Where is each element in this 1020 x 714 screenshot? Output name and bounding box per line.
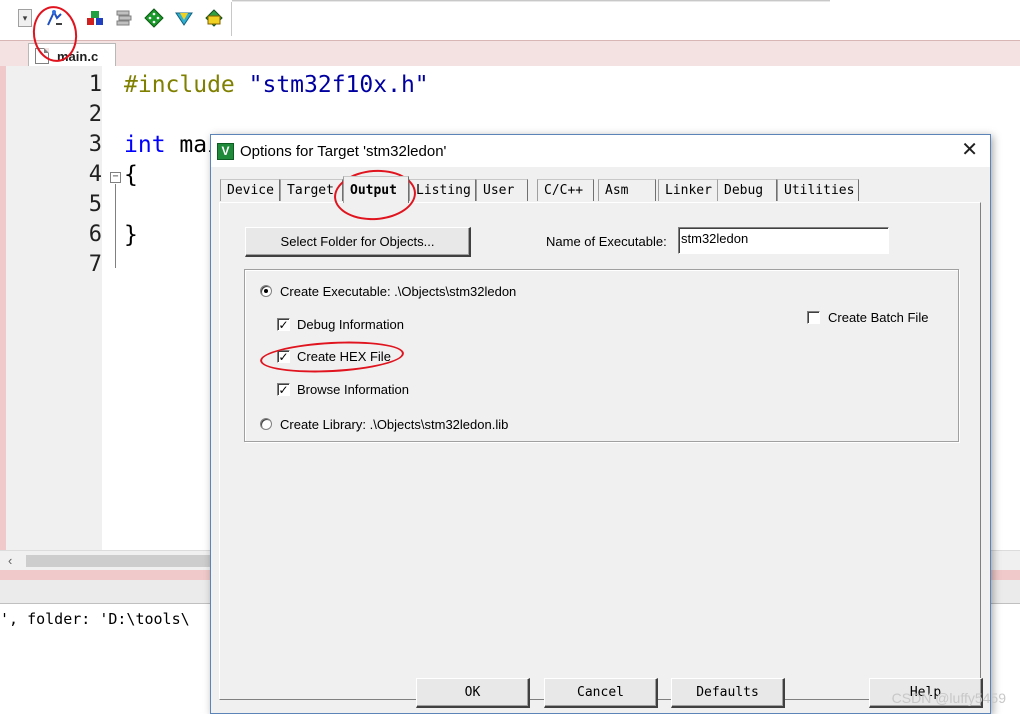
code-line-4: { (124, 162, 138, 188)
component-icon[interactable] (84, 6, 106, 30)
toolbar-separator (231, 2, 232, 36)
line-number: 1 (88, 72, 102, 97)
watermark: CSDN @luffy5459 (891, 690, 1006, 706)
dialog-title: Options for Target 'stm32ledon' (240, 142, 447, 160)
name-of-executable-label: Name of Executable: (546, 234, 667, 249)
output-tab-page: Select Folder for Objects... Name of Exe… (219, 202, 981, 700)
debug-information-label: Debug Information (297, 317, 404, 332)
create-library-radio[interactable] (260, 418, 272, 430)
scroll-left-icon[interactable]: ‹ (8, 553, 12, 568)
create-executable-radio[interactable] (260, 285, 272, 297)
line-number: 7 (88, 252, 102, 277)
debug-information-checkbox[interactable]: ✓ (277, 318, 290, 331)
create-library-label: Create Library: .\Objects\stm32ledon.lib (280, 417, 509, 432)
tab-main-c-label: main.c (57, 48, 99, 64)
options-for-target-dialog: V Options for Target 'stm32ledon' ✕ Devi… (210, 134, 991, 714)
tab-main-c[interactable]: main.c (28, 43, 116, 68)
tab-asm[interactable]: Asm (598, 179, 656, 201)
line-number: 6 (88, 222, 102, 247)
preprocessor-directive: #include (124, 72, 235, 98)
create-batch-file-checkbox[interactable] (807, 311, 820, 324)
tab-linker[interactable]: Linker (658, 179, 718, 201)
fold-guide (115, 184, 116, 268)
dialog-title-bar[interactable]: V Options for Target 'stm32ledon' ✕ (211, 135, 990, 167)
line-number: 3 (88, 132, 102, 157)
run-icon[interactable] (203, 6, 225, 30)
close-icon[interactable]: ✕ (961, 139, 978, 161)
toolbar-border (232, 0, 830, 2)
create-hex-file-label: Create HEX File (297, 349, 391, 364)
tab-utilities[interactable]: Utilities (777, 179, 859, 201)
file-icon (35, 48, 49, 64)
include-string: "stm32f10x.h" (234, 72, 429, 98)
dialog-body: Device Target Output Listing User C/C++ … (211, 167, 990, 713)
target-dropdown-arrow[interactable]: ▾ (18, 9, 32, 27)
tab-c-cpp[interactable]: C/C++ (537, 179, 594, 201)
create-hex-file-checkbox[interactable]: ✓ (277, 350, 290, 363)
build-output-text: ', folder: 'D:\tools\ (0, 610, 190, 628)
tab-output[interactable]: Output (343, 176, 409, 203)
pack-installer-icon[interactable] (173, 6, 195, 30)
code-line-1: #include "stm32f10x.h" (124, 72, 429, 98)
output-options-group: Create Executable: .\Objects\stm32ledon … (244, 269, 959, 442)
keyword-int: int (124, 132, 166, 158)
tab-listing[interactable]: Listing (409, 179, 476, 201)
tab-target[interactable]: Target (280, 179, 343, 201)
scrollbar-thumb[interactable] (26, 555, 212, 567)
tab-debug[interactable]: Debug (717, 179, 777, 201)
executable-name-input[interactable]: stm32ledon (678, 227, 889, 254)
create-batch-file-label: Create Batch File (828, 310, 929, 325)
cancel-button[interactable]: Cancel (544, 678, 658, 708)
ok-button[interactable]: OK (416, 678, 530, 708)
defaults-button[interactable]: Defaults (671, 678, 785, 708)
diamond-icon[interactable] (143, 6, 165, 30)
fold-collapse-icon[interactable]: − (110, 172, 121, 183)
tab-device[interactable]: Device (220, 179, 280, 201)
fold-margin (102, 66, 124, 550)
code-line-3: int mai (124, 132, 221, 158)
code-line-6: } (124, 222, 138, 248)
line-number: 4 (88, 162, 102, 187)
manage-project-icon[interactable] (44, 6, 66, 30)
create-executable-label: Create Executable: .\Objects\stm32ledon (280, 284, 517, 299)
browse-information-label: Browse Information (297, 382, 409, 397)
books-icon[interactable] (113, 6, 135, 30)
keil-app-icon: V (217, 142, 234, 160)
tab-user[interactable]: User (476, 179, 528, 201)
line-number: 2 (88, 102, 102, 127)
line-number: 5 (88, 192, 102, 217)
editor-tab-strip: main.c (0, 40, 1020, 68)
browse-information-checkbox[interactable]: ✓ (277, 383, 290, 396)
line-number-gutter: 1 2 3 4 5 6 7 (6, 66, 102, 550)
toolbar: ▾ (0, 0, 1020, 40)
select-folder-button[interactable]: Select Folder for Objects... (245, 227, 471, 257)
